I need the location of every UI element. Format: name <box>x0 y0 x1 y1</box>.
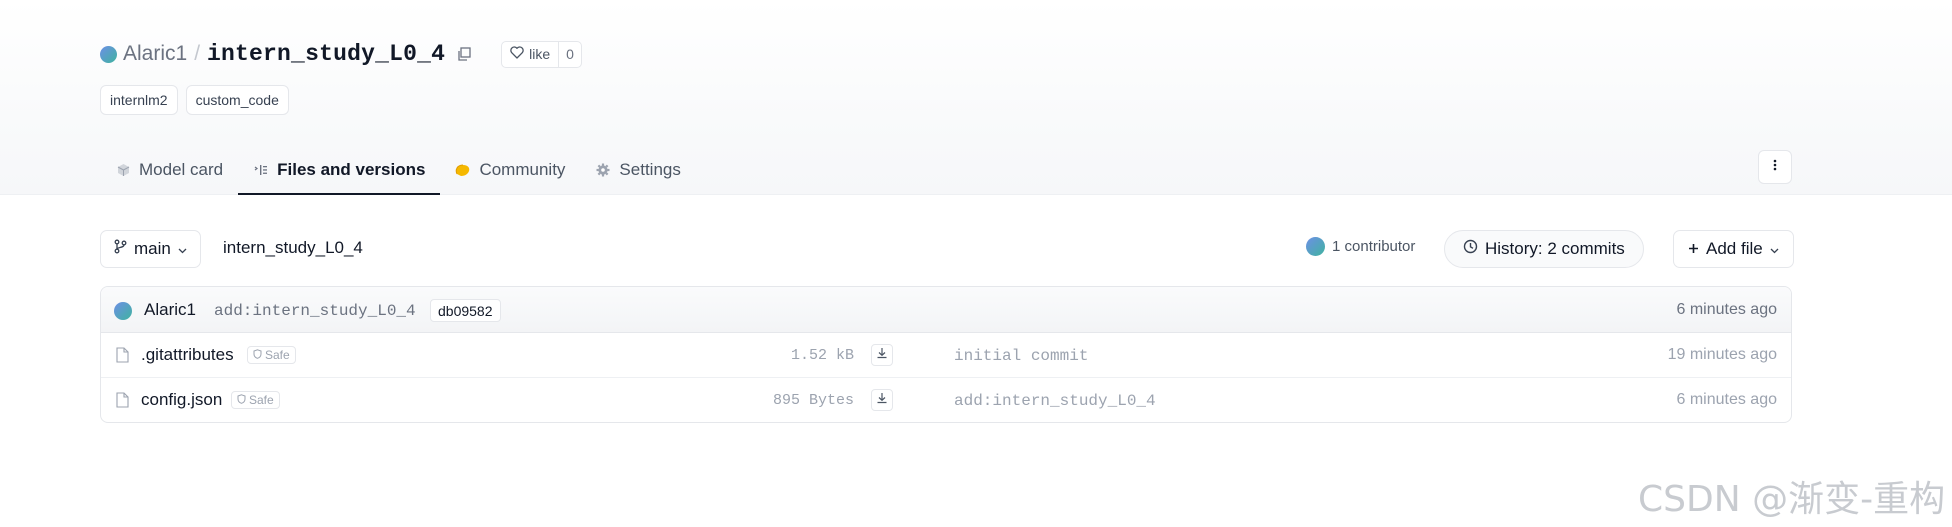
tab-label: Settings <box>619 160 681 179</box>
file-icon <box>116 392 129 408</box>
contributors-count: 1 contributor <box>1332 238 1416 255</box>
shield-icon <box>237 393 246 407</box>
tag-internlm2[interactable]: internlm2 <box>100 85 178 115</box>
file-size: 1.52 kB <box>790 347 854 364</box>
clock-icon <box>1463 239 1478 259</box>
like-label: like <box>529 46 551 62</box>
download-button[interactable] <box>871 389 893 411</box>
kebab-icon <box>1773 158 1777 176</box>
safe-badge[interactable]: Safe <box>247 346 296 364</box>
file-size: 895 Bytes <box>772 392 854 409</box>
tab-label: Files and versions <box>277 160 426 179</box>
file-time: 6 minutes ago <box>1676 391 1777 408</box>
repo-tabs: Model card Files and versions Community … <box>100 147 696 195</box>
repo-name[interactable]: intern_study_L0_4 <box>207 41 445 67</box>
chevron-down-icon <box>178 239 187 259</box>
plus-icon <box>1688 239 1699 259</box>
shield-icon <box>253 348 262 362</box>
file-commit-message[interactable]: add:intern_study_L0_4 <box>954 392 1156 410</box>
file-time: 19 minutes ago <box>1667 346 1777 363</box>
file-name[interactable]: config.json <box>141 390 222 410</box>
tab-label: Model card <box>139 160 224 179</box>
copy-icon[interactable] <box>455 45 473 63</box>
branch-selector[interactable]: main <box>100 230 201 268</box>
repo-title: Alaric1 / intern_study_L0_4 like 0 <box>100 38 582 70</box>
add-file-label: Add file <box>1706 239 1763 258</box>
tab-community[interactable]: Community <box>440 147 580 195</box>
tag-custom-code[interactable]: custom_code <box>185 85 289 115</box>
file-icon <box>116 347 129 363</box>
like-count: 0 <box>558 41 581 67</box>
tab-label: Community <box>479 160 566 179</box>
tab-files-and-versions[interactable]: Files and versions <box>238 147 441 195</box>
history-button[interactable]: History: 2 commits <box>1444 230 1644 268</box>
more-options-button[interactable] <box>1758 150 1792 184</box>
safe-label: Safe <box>249 393 274 407</box>
commit-author-avatar[interactable] <box>114 302 132 320</box>
tab-settings[interactable]: Settings <box>580 147 695 195</box>
commit-message[interactable]: add:intern_study_L0_4 <box>214 302 416 320</box>
commit-hash[interactable]: db09582 <box>430 299 501 322</box>
commit-time: 6 minutes ago <box>1676 301 1777 318</box>
safe-label: Safe <box>265 348 290 362</box>
file-commit-message[interactable]: initial commit <box>954 347 1088 365</box>
community-icon <box>455 162 471 178</box>
tab-model-card[interactable]: Model card <box>100 147 238 195</box>
contributor-avatar <box>1306 237 1325 256</box>
like-button[interactable]: like 0 <box>501 40 582 68</box>
tag-list: internlm2 custom_code <box>100 85 289 115</box>
table-row: .gitattributes Safe 1.52 kB initial comm… <box>101 333 1791 378</box>
contributors-link[interactable]: 1 contributor <box>1306 237 1415 256</box>
commit-author[interactable]: Alaric1 <box>144 300 196 320</box>
branch-icon <box>114 239 127 259</box>
table-row: config.json Safe 895 Bytes add:intern_st… <box>101 378 1791 422</box>
owner-avatar[interactable] <box>100 45 117 63</box>
watermark: CSDN @渐变-重构 <box>1638 479 1946 520</box>
cube-icon <box>115 162 131 178</box>
files-icon <box>253 162 269 178</box>
safe-badge[interactable]: Safe <box>231 391 280 409</box>
gear-icon <box>595 162 611 178</box>
branch-name: main <box>134 239 171 258</box>
file-name[interactable]: .gitattributes <box>141 345 234 365</box>
file-table: Alaric1 add:intern_study_L0_4 db09582 6 … <box>100 286 1792 423</box>
download-icon <box>876 346 888 364</box>
last-commit-row: Alaric1 add:intern_study_L0_4 db09582 6 … <box>101 287 1791 333</box>
history-label: History: 2 commits <box>1485 239 1625 258</box>
current-path[interactable]: intern_study_L0_4 <box>223 238 363 258</box>
chevron-down-icon <box>1770 239 1779 259</box>
repo-owner[interactable]: Alaric1 <box>123 42 187 66</box>
add-file-button[interactable]: Add file <box>1673 230 1794 268</box>
download-icon <box>876 391 888 409</box>
repo-separator: / <box>194 42 201 65</box>
heart-icon <box>510 46 524 62</box>
like-main: like <box>502 42 558 67</box>
download-button[interactable] <box>871 344 893 366</box>
